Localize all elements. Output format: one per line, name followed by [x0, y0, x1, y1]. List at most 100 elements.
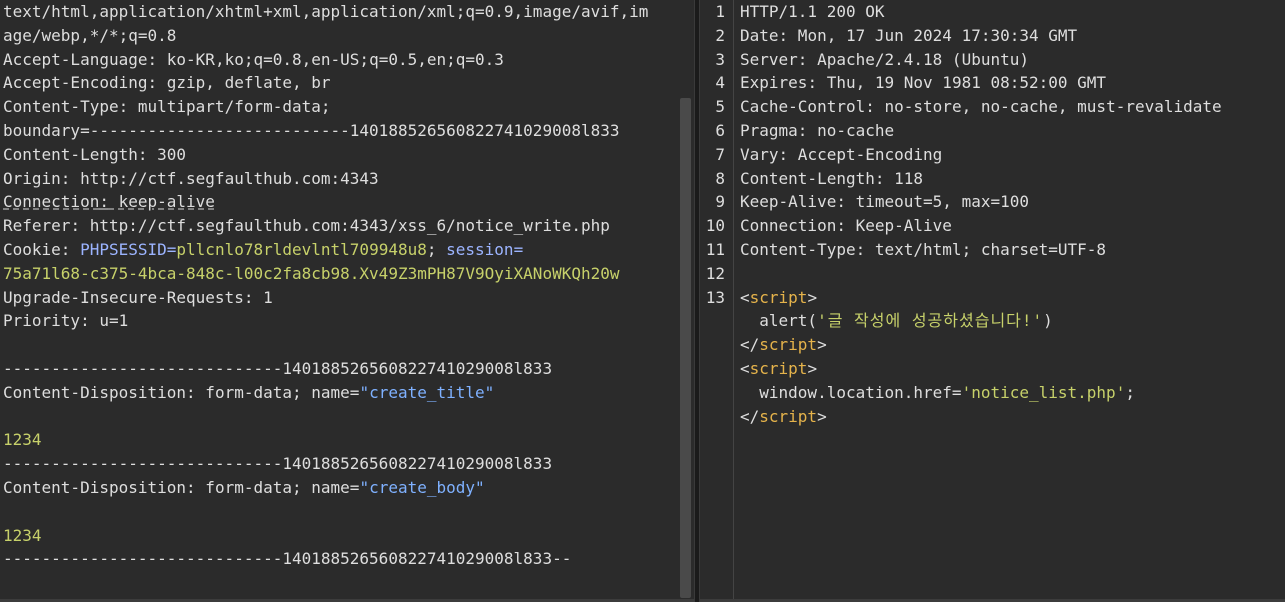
- header-value: http://ctf.segfaulthub.com:4343: [70, 168, 379, 188]
- header-colon: :: [855, 239, 866, 259]
- header-key: Connection: [3, 192, 100, 212]
- cookie-value: pllcnlo78rldevlntl709948u8: [176, 239, 427, 259]
- request-text[interactable]: text/html,application/xhtml+xml,applicat…: [3, 0, 677, 602]
- header-value: form-data; name=: [195, 382, 360, 402]
- header-value: no-cache: [807, 120, 895, 140]
- header-key: Connection: [740, 216, 837, 236]
- script-close-1: </script>: [740, 335, 827, 355]
- header-key: Cache-Control: [740, 97, 866, 117]
- header-value: Thu, 19 Nov 1981 08:52:00 GMT: [817, 73, 1107, 93]
- response-pane[interactable]: 1 2 3 4 5 6 7 8 9 10 11 12 13 HTTP/1.1 200 OK Date: …: [700, 0, 1285, 602]
- line-number-gutter: 1 2 3 4 5 6 7 8 9 10 11 12 13: [700, 0, 734, 602]
- line-number: 11: [705, 239, 725, 259]
- header-colon: :: [797, 49, 808, 69]
- header-value: Keep-Alive: [845, 216, 952, 236]
- header-key: Content-Length: [740, 168, 875, 188]
- content-disposition: Content-Disposition: form-data; name="cr…: [3, 476, 677, 500]
- content-disposition: Content-Disposition: form-data; name="cr…: [3, 381, 677, 405]
- header-colon: :: [778, 25, 789, 45]
- header-key: Cookie: [3, 239, 61, 259]
- header-key: Pragma: [740, 120, 798, 140]
- response-header: Content-Length: 118: [740, 167, 1285, 191]
- cookie-name: session: [446, 239, 514, 259]
- header-value: Apache/2.4.18 (Ubuntu): [807, 49, 1029, 69]
- header-colon: :: [147, 73, 158, 93]
- header-colon: :: [147, 49, 158, 69]
- request-header: Upgrade-Insecure-Requests: 1: [3, 286, 677, 310]
- field-name: "create_body": [359, 477, 485, 497]
- script-open-1: <script>: [740, 287, 818, 307]
- line-number: 7: [715, 144, 725, 164]
- header-key: Content-Type: [3, 97, 119, 117]
- cookie-header: Cookie: PHPSESSID=pllcnlo78rldevlntl7099…: [3, 238, 677, 262]
- header-colon: :: [186, 382, 196, 402]
- header-colon: :: [186, 477, 196, 497]
- header-value: multipart/form-data;: [128, 97, 331, 117]
- header-value: 1: [253, 287, 273, 307]
- header-value: Accept-Encoding: [788, 144, 943, 164]
- header-key: Accept-Language: [3, 49, 148, 69]
- header-value: keep-alive: [108, 192, 215, 212]
- line-number: 9: [715, 192, 725, 212]
- line-number: 13: [705, 287, 725, 307]
- header-key: Upgrade-Insecure-Requests: [3, 287, 244, 307]
- request-line: [3, 405, 677, 429]
- line-number: 4: [715, 73, 725, 93]
- header-colon: :: [778, 144, 789, 164]
- header-key: Content-Disposition: [3, 382, 187, 402]
- location-redirect: window.location.href='notice_list.php';: [740, 382, 1135, 402]
- alert-call: alert('글 작성에 성공하셨습니다!'): [740, 311, 1053, 331]
- request-line: [3, 333, 677, 357]
- header-colon: :: [118, 97, 129, 117]
- request-header: Content-Length: 300: [3, 143, 677, 167]
- line-text: -----------------------------14018852656…: [3, 454, 553, 474]
- header-colon: :: [836, 216, 846, 236]
- header-value: text/html; charset=UTF-8: [865, 239, 1107, 259]
- header-key: Content-Disposition: [3, 477, 187, 497]
- response-text[interactable]: HTTP/1.1 200 OK Date: Mon, 17 Jun 2024 1…: [740, 0, 1285, 602]
- request-line: 1234: [3, 428, 677, 452]
- cookie-sep: ;: [426, 239, 447, 259]
- request-pane[interactable]: text/html,application/xhtml+xml,applicat…: [0, 0, 694, 602]
- response-header: Keep-Alive: timeout=5, max=100: [740, 190, 1285, 214]
- request-scrollbar[interactable]: [680, 98, 691, 598]
- header-value: 118: [884, 168, 924, 188]
- header-key: Expires: [740, 73, 808, 93]
- request-line: 1234: [3, 524, 677, 548]
- request-header: Priority: u=1: [3, 309, 677, 333]
- header-colon: :: [99, 192, 109, 212]
- header-colon: :: [865, 97, 875, 117]
- line-text: 1234: [3, 430, 42, 450]
- response-header: Vary: Accept-Encoding: [740, 143, 1285, 167]
- header-colon: :: [807, 73, 818, 93]
- line-number: 8: [715, 168, 725, 188]
- header-key: Keep-Alive: [740, 192, 837, 212]
- response-header: Server: Apache/2.4.18 (Ubuntu): [740, 48, 1285, 72]
- header-colon: :: [80, 311, 90, 331]
- request-header: Content-Type: multipart/form-data;: [3, 95, 677, 119]
- header-key: Date: [740, 25, 779, 45]
- line-text: -----------------------------14018852656…: [3, 549, 572, 569]
- header-colon: :: [60, 168, 71, 188]
- line-number: 1: [715, 2, 725, 21]
- header-key: Priority: [3, 311, 81, 331]
- request-line: -----------------------------14018852656…: [3, 547, 677, 571]
- header-value: http://ctf.segfaulthub.com:4343/xss_6/no…: [80, 216, 610, 236]
- header-value: u=1: [89, 311, 129, 331]
- request-header: Referer: http://ctf.segfaulthub.com:4343…: [3, 214, 677, 238]
- header-colon: :: [137, 144, 148, 164]
- request-header: Accept-Language: ko-KR,ko;q=0.8,en-US;q=…: [3, 48, 677, 72]
- request-line: -----------------------------14018852656…: [3, 357, 677, 381]
- header-key: Content-Length: [3, 144, 138, 164]
- script-open-2: <script>: [740, 358, 818, 378]
- request-line: boundary=---------------------------1401…: [3, 119, 677, 143]
- header-colon: :: [836, 192, 846, 212]
- header-value: 300: [147, 144, 187, 164]
- line-text: age/webp,*/*;q=0.8: [3, 25, 177, 45]
- response-header: Content-Type: text/html; charset=UTF-8: [740, 238, 1285, 262]
- request-header: Accept-Encoding: gzip, deflate, br: [3, 71, 677, 95]
- header-colon: :: [797, 120, 808, 140]
- request-line: age/webp,*/*;q=0.8: [3, 24, 677, 48]
- header-key: Accept-Encoding: [3, 73, 148, 93]
